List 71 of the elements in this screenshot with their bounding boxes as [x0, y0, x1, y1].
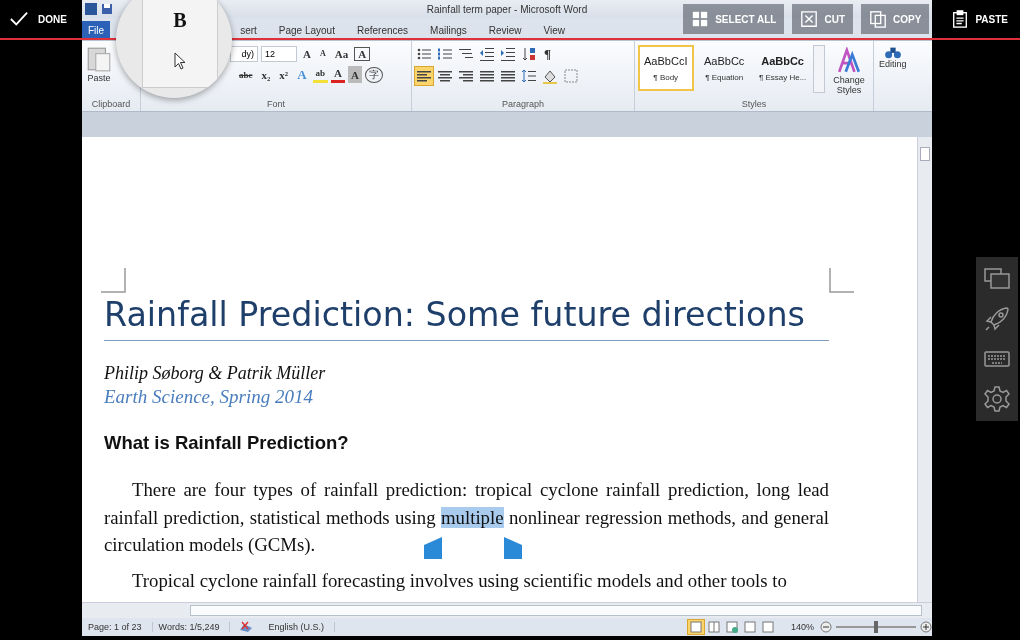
crop-mark-icon	[829, 267, 855, 293]
spacing-icon[interactable]	[520, 67, 538, 85]
settings-icon[interactable]	[983, 385, 1011, 413]
group-label: Paragraph	[501, 99, 545, 111]
vertical-scrollbar[interactable]	[917, 137, 932, 602]
font-name-field[interactable]: dy)	[230, 45, 258, 62]
ribbon-tab[interactable]: Mailings	[420, 21, 477, 40]
reading-view-icon[interactable]	[705, 620, 722, 634]
selection-handle-icon[interactable]	[424, 537, 442, 559]
bold-button[interactable]: B	[173, 9, 187, 32]
binoculars-icon	[883, 45, 902, 59]
language-label[interactable]: English (U.S.)	[262, 622, 335, 632]
selection-handle-icon[interactable]	[504, 537, 522, 559]
font-tool-button[interactable]: x²	[276, 66, 292, 83]
ribbon-tab[interactable]: Page Layout	[268, 21, 345, 40]
zoom-out-icon[interactable]	[820, 621, 832, 633]
style-tile[interactable]: AaBbCc ¶ Equation	[696, 45, 752, 91]
group-label: Styles	[740, 99, 768, 111]
zoom-level[interactable]: 140%	[790, 622, 814, 632]
ribbon-tab[interactable]: References	[346, 21, 419, 40]
group-label: Clipboard	[90, 99, 132, 111]
font-tool-button[interactable]: Aa	[331, 45, 352, 62]
horizontal-scrollbar[interactable]	[82, 602, 932, 618]
paste-button[interactable]: Paste	[85, 43, 113, 99]
style-tile[interactable]: AaBbCcI ¶ Body	[638, 45, 694, 91]
page-count[interactable]: Page: 1 of 23	[82, 622, 153, 632]
sort-icon[interactable]	[520, 45, 538, 63]
styles-scrollbar[interactable]	[813, 45, 825, 93]
change-styles-button[interactable]: Change Styles	[827, 45, 870, 97]
font-tool-button[interactable]: A	[348, 66, 362, 83]
clipboard-icon	[951, 10, 970, 28]
checkmark-icon	[10, 10, 28, 28]
indent-icon[interactable]	[499, 45, 517, 63]
ribbon-tab[interactable]: Review	[478, 21, 532, 40]
align-left-icon[interactable]	[415, 67, 433, 85]
font-tool-button[interactable]: A	[300, 45, 314, 62]
save-icon[interactable]	[101, 3, 113, 15]
outdent-icon[interactable]	[478, 45, 496, 63]
font-tool-button[interactable]: A	[316, 45, 329, 62]
web-view-icon[interactable]	[723, 620, 740, 634]
font-tool-button[interactable]: ab	[312, 66, 329, 83]
font-tool-button[interactable]: x₂	[258, 66, 274, 83]
clipboard-icon	[86, 45, 112, 73]
word-count[interactable]: Words: 1/5,249	[152, 622, 231, 632]
font-size-field[interactable]: 12	[261, 45, 297, 62]
section-heading: What is Rainfall Prediction?	[104, 432, 350, 454]
proofing-icon[interactable]	[238, 620, 255, 634]
font-tool-button[interactable]: A	[354, 46, 371, 61]
document-title: Rainfall Prediction: Some future directions	[104, 295, 806, 334]
crop-mark-icon	[100, 267, 126, 293]
body-paragraph: There are four types of rainfall prediction: tropical cyclone rainfall prediction, long lead rainfall prediction, statistical methods using multiple nonlinear regression methods, and general circulation models (GCMs).	[104, 478, 829, 557]
group-label: Font	[266, 99, 286, 111]
ribbon-tab[interactable]: File	[82, 21, 111, 40]
editing-button[interactable]: Editing	[877, 43, 909, 111]
grid-icon	[691, 10, 710, 28]
paragraph-tool-button[interactable]: ¶	[541, 45, 555, 63]
zoom-in-icon[interactable]	[920, 621, 932, 633]
font-tool-button[interactable]: abc	[236, 66, 256, 83]
affiliation-line: Earth Science, Spring 2014	[104, 386, 314, 408]
body-paragraph: Tropical cyclone rainfall forecasting involves using scientific models and other tools to	[131, 568, 788, 593]
ribbon-tab[interactable]: View	[533, 21, 576, 40]
rocket-icon[interactable]	[983, 305, 1011, 333]
cut-icon	[800, 10, 819, 28]
letter-a-icon	[835, 47, 862, 75]
font-tool-button[interactable]: A	[331, 66, 345, 83]
mouse-pointer-icon	[174, 52, 186, 70]
author-line: Philip Søborg & Patrik Müller	[104, 363, 327, 384]
window-title: Rainfall term paper - Microsoft Word	[426, 3, 588, 15]
ribbon-tab[interactable]: sert	[230, 21, 267, 40]
style-tile[interactable]: AaBbCc ¶ Essay He...	[754, 45, 811, 91]
copy-icon	[869, 10, 888, 28]
